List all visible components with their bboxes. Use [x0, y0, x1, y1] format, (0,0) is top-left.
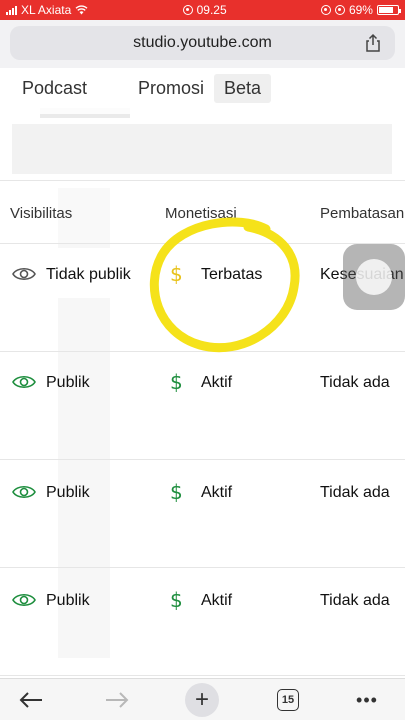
dollar-icon[interactable]: $	[170, 262, 183, 286]
clock: 09.25	[196, 3, 227, 17]
back-button[interactable]	[16, 685, 46, 715]
restriction-value: Tidak ada	[320, 484, 390, 501]
table-row[interactable]: Publik $ Aktif Tidak ada	[0, 460, 405, 568]
eye-icon[interactable]	[12, 484, 36, 500]
browser-toolbar: + 15 •••	[0, 678, 405, 720]
header-monetization[interactable]: Monetisasi	[165, 205, 237, 222]
battery-percent: 69%	[348, 3, 373, 17]
tab-beta[interactable]: Beta	[214, 74, 272, 103]
tab-promosi[interactable]: Promosi	[138, 78, 204, 99]
signal-icon	[6, 5, 17, 15]
screen-record-icon	[182, 5, 193, 15]
url-text: studio.youtube.com	[133, 34, 272, 51]
battery-icon	[376, 5, 401, 15]
monetization-value: Terbatas	[201, 266, 263, 283]
tab-podcast[interactable]: Podcast	[22, 78, 87, 99]
studio-tabs: Podcast Promosi Beta	[0, 68, 405, 114]
eye-icon[interactable]	[12, 592, 36, 608]
eye-icon[interactable]	[12, 374, 36, 390]
status-bar: XL Axiata 09.25 69%	[0, 0, 405, 20]
table-row[interactable]: Publik $ Aktif Tidak ada	[0, 352, 405, 460]
monetization-value: Aktif	[201, 374, 233, 391]
eye-icon[interactable]	[12, 266, 36, 282]
wifi-icon	[75, 5, 88, 15]
header-visibility[interactable]: Visibilitas	[10, 205, 72, 222]
arrow-left-icon	[19, 692, 42, 708]
restriction-value: Tidak ada	[320, 592, 390, 609]
new-tab-button[interactable]: +	[185, 683, 219, 717]
alarm-icon	[334, 5, 345, 15]
table-header: Visibilitas Monetisasi Pembatasan	[0, 180, 405, 244]
address-bar[interactable]: studio.youtube.com	[10, 26, 395, 60]
assistive-touch-button[interactable]	[343, 244, 405, 310]
monetization-value: Aktif	[201, 592, 233, 609]
browser-top-bar: studio.youtube.com	[0, 20, 405, 68]
dollar-icon[interactable]: $	[170, 588, 183, 612]
carrier-name: XL Axiata	[21, 3, 72, 17]
visibility-value: Publik	[46, 374, 90, 391]
header-restrictions[interactable]: Pembatasan	[320, 205, 404, 222]
visibility-value: Tidak publik	[46, 266, 131, 283]
visibility-value: Publik	[46, 592, 90, 609]
plus-icon: +	[194, 686, 209, 713]
visibility-value: Publik	[46, 484, 90, 501]
more-menu-button[interactable]: •••	[352, 685, 382, 715]
more-dots-icon: •••	[356, 689, 378, 710]
dollar-icon[interactable]: $	[170, 370, 183, 394]
forward-button[interactable]	[102, 685, 132, 715]
arrow-right-icon	[106, 692, 129, 708]
dollar-icon[interactable]: $	[170, 480, 183, 504]
rotation-lock-icon	[320, 5, 331, 15]
restriction-value: Tidak ada	[320, 374, 390, 391]
tab-switcher-button[interactable]: 15	[277, 689, 299, 711]
table-row[interactable]: Publik $ Aktif Tidak ada	[0, 568, 405, 676]
share-icon[interactable]	[363, 33, 383, 53]
monetization-value: Aktif	[201, 484, 233, 501]
